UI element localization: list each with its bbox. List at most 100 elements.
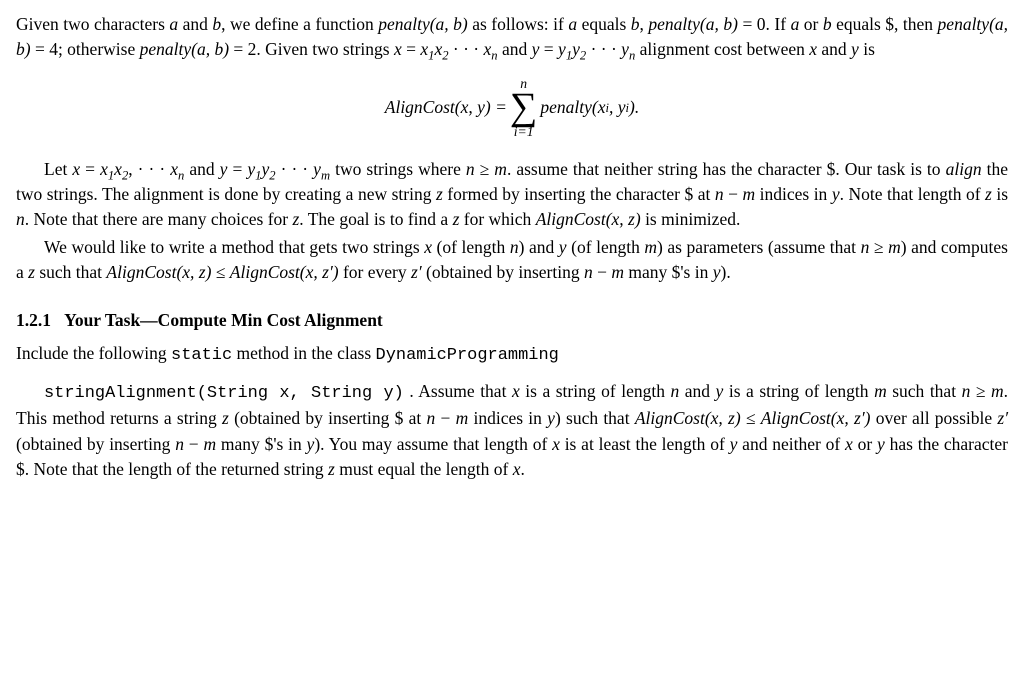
t: We would like to write a method that get… bbox=[44, 237, 424, 257]
m: y bbox=[832, 184, 840, 204]
m: y bbox=[713, 262, 721, 282]
eq-rhsarg2: , y bbox=[609, 95, 626, 120]
m: x bbox=[552, 434, 560, 454]
t: and bbox=[184, 159, 219, 179]
m: n bbox=[715, 184, 724, 204]
m: m bbox=[644, 237, 657, 257]
m: penalty bbox=[378, 14, 430, 34]
t: (obtained by inserting $ at bbox=[229, 408, 427, 428]
m: penalty bbox=[648, 14, 700, 34]
m: (x, z′) bbox=[831, 408, 871, 428]
m: (x, z) bbox=[606, 209, 641, 229]
t: . assume that neither string has the cha… bbox=[507, 159, 946, 179]
m: x bbox=[170, 159, 178, 179]
t: (of length bbox=[432, 237, 510, 257]
s: m bbox=[321, 168, 330, 182]
m: y bbox=[877, 434, 885, 454]
t: equals $, then bbox=[832, 14, 938, 34]
m: m bbox=[874, 381, 887, 401]
m: m bbox=[456, 408, 469, 428]
eq-rhsarg3: ). bbox=[629, 95, 639, 120]
paragraph-include: Include the following static method in t… bbox=[16, 341, 1008, 369]
t: ) such that bbox=[555, 408, 635, 428]
t: ) as parameters (assume that bbox=[657, 237, 861, 257]
m: AlignCost bbox=[230, 262, 300, 282]
m: a bbox=[791, 14, 800, 34]
sum-lower: i=1 bbox=[510, 125, 537, 139]
t: = bbox=[402, 39, 421, 59]
m: y bbox=[558, 39, 566, 59]
m: penalty bbox=[140, 39, 192, 59]
t: − bbox=[184, 434, 203, 454]
t: for which bbox=[459, 209, 535, 229]
t: ≥ bbox=[869, 237, 888, 257]
m: x bbox=[420, 39, 428, 59]
code: DynamicProgramming bbox=[376, 346, 559, 365]
t: ≤ bbox=[211, 262, 229, 282]
t: = bbox=[227, 159, 247, 179]
t: ) and bbox=[519, 237, 559, 257]
m: (a, b) bbox=[430, 14, 468, 34]
m: (a, b) bbox=[700, 14, 738, 34]
eq-lhsarg: (x, y) = bbox=[455, 95, 507, 120]
t: Include the following bbox=[16, 343, 171, 363]
eq-rhsarg: (x bbox=[592, 95, 606, 120]
t: . Assume that bbox=[404, 381, 512, 401]
t: two strings where bbox=[330, 159, 466, 179]
m: b bbox=[823, 14, 832, 34]
m: y bbox=[572, 39, 580, 59]
t: or bbox=[853, 434, 877, 454]
sigma-icon: ∑ bbox=[510, 90, 537, 125]
t: is minimized. bbox=[641, 209, 741, 229]
paragraph-setup: Let x = x1x2, · · · xn and y = y1y2 · · … bbox=[16, 157, 1008, 233]
m: penalty bbox=[938, 14, 990, 34]
method-signature: stringAlignment(String x, String y) bbox=[44, 384, 404, 403]
section-heading: 1.2.1 Your Task—Compute Min Cost Alignme… bbox=[16, 308, 1008, 333]
t: method in the class bbox=[232, 343, 375, 363]
t: Given two characters bbox=[16, 14, 169, 34]
t: over all possible bbox=[870, 408, 997, 428]
t: Let bbox=[44, 159, 72, 179]
m: m bbox=[888, 237, 901, 257]
t: = bbox=[80, 159, 100, 179]
t: as follows: if bbox=[468, 14, 569, 34]
m: x bbox=[809, 39, 817, 59]
t: . The goal is to find a bbox=[299, 209, 452, 229]
t: . bbox=[521, 459, 525, 479]
t: · · · bbox=[138, 159, 171, 179]
m: z bbox=[436, 184, 443, 204]
t: is a string of length bbox=[723, 381, 874, 401]
display-equation: AlignCost(x, y) = n ∑ i=1 penalty(xi, yi… bbox=[16, 77, 1008, 139]
t: = 2. Given two strings bbox=[229, 39, 394, 59]
t: and bbox=[817, 39, 851, 59]
t: (obtained by inserting bbox=[422, 262, 584, 282]
t: and bbox=[679, 381, 715, 401]
t: , we define a function bbox=[221, 14, 378, 34]
t: indices in bbox=[755, 184, 832, 204]
m: x bbox=[72, 159, 80, 179]
paragraph-goal: We would like to write a method that get… bbox=[16, 235, 1008, 286]
t: must equal the length of bbox=[335, 459, 513, 479]
m: z bbox=[28, 262, 35, 282]
t: · · · bbox=[586, 39, 621, 59]
t: equals bbox=[577, 14, 631, 34]
summation: n ∑ i=1 bbox=[510, 77, 537, 139]
t: is at least the length of bbox=[560, 434, 730, 454]
m: n bbox=[670, 381, 679, 401]
paragraph-method: stringAlignment(String x, String y) . As… bbox=[16, 379, 1008, 483]
t: formed by inserting the character $ at bbox=[443, 184, 715, 204]
m: x bbox=[845, 434, 853, 454]
m: AlignCost bbox=[106, 262, 176, 282]
m: z bbox=[222, 408, 229, 428]
code: static bbox=[171, 346, 232, 365]
t: many $'s in bbox=[624, 262, 713, 282]
t: many $'s in bbox=[216, 434, 306, 454]
m: x bbox=[394, 39, 402, 59]
t: ). bbox=[721, 262, 731, 282]
m: align bbox=[946, 159, 982, 179]
m: n bbox=[584, 262, 593, 282]
m: y bbox=[559, 237, 567, 257]
m: x bbox=[100, 159, 108, 179]
t: − bbox=[724, 184, 743, 204]
t: . Note that length of bbox=[840, 184, 985, 204]
